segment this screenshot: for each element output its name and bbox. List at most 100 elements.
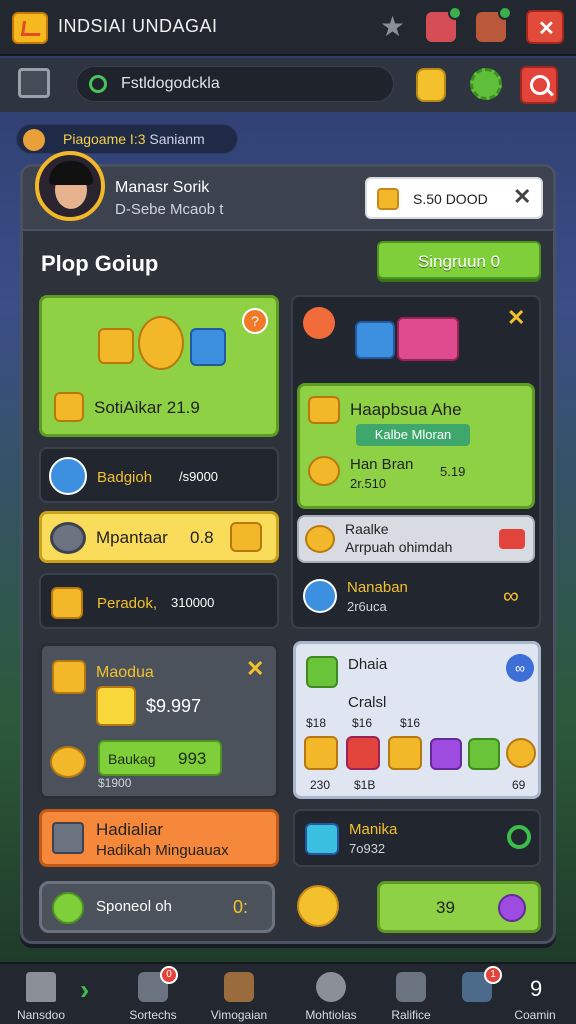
star-icon[interactable] <box>378 10 408 43</box>
list-item-subtitle: 2r6uca <box>347 599 387 614</box>
list-item-label: Mpantaar <box>96 528 168 547</box>
pill-text: Piagoame I:3 Sanianm <box>63 131 205 147</box>
crown-icon <box>303 307 335 339</box>
list-item-label: Badgioh <box>97 469 153 486</box>
price-label: $16 <box>352 716 373 730</box>
coin-stack-icon <box>138 316 184 370</box>
nav-item-mohtiolas[interactable]: Mohtiolas <box>290 968 372 1024</box>
nav-item-vimogaian[interactable]: Vimogaian <box>198 968 280 1024</box>
offer-price: $9.997 <box>146 696 202 716</box>
promo-card[interactable]: Hadialiar Hadikah Minguauax <box>39 809 279 867</box>
app-title: INDSIAI UNDAGAI <box>58 16 218 36</box>
close-icon[interactable]: ✕ <box>507 305 525 331</box>
box-icon <box>52 822 84 854</box>
price-label: $16 <box>400 716 421 730</box>
coin-icon <box>377 188 399 210</box>
avatar <box>49 457 87 495</box>
app-logo-icon[interactable] <box>12 12 48 44</box>
player-subtitle: D-Sebe Mcaob t <box>115 201 224 218</box>
list-item[interactable]: Manika 7o932 <box>293 809 541 867</box>
close-icon[interactable]: ✕ <box>513 184 531 210</box>
link-icon[interactable]: ∞ <box>506 654 534 682</box>
search-placeholder: Fstldogodckla <box>121 75 220 92</box>
close-button[interactable] <box>526 10 564 44</box>
nav-item-home[interactable]: Nansdoo <box>0 968 82 1024</box>
avatar-small <box>23 129 45 151</box>
nav-item-count[interactable]: 9 Coamin <box>494 968 576 1024</box>
search-input[interactable]: Fstldogodckla <box>76 66 394 102</box>
gold-block-icon <box>98 328 134 364</box>
buy-value: 993 <box>178 749 207 768</box>
bottom-nav: Nansdoo › 0 Sortechs Vimogaian Mohtiolas… <box>0 962 576 1024</box>
gold-icon <box>308 396 340 424</box>
buy-button[interactable]: Baukag 993 <box>98 740 222 776</box>
signup-label: Singruun 0 <box>417 252 501 271</box>
bottom-right-label: 39 <box>436 898 455 917</box>
top-bar: INDSIAI UNDAGAI <box>0 0 576 56</box>
balance-box[interactable]: S.50 DOOD ✕ <box>365 177 543 219</box>
main-panel: Manasr Sorik D-Sebe Mcaob t S.50 DOOD ✕ … <box>20 151 556 944</box>
list-item-title: Manika <box>349 821 398 838</box>
cube-icon <box>305 823 339 855</box>
bottom-right-button[interactable]: 39 <box>377 881 541 933</box>
nav-count: 9 <box>530 976 543 1001</box>
info-icon[interactable]: ? <box>242 308 268 334</box>
layers-icon[interactable] <box>18 68 50 98</box>
shop-title: Dhaia <box>348 656 388 673</box>
coin-icon <box>305 525 335 553</box>
edit-icon[interactable] <box>230 522 262 552</box>
star-icon <box>506 738 536 768</box>
avatar[interactable] <box>35 151 105 221</box>
coin-jar-icon[interactable] <box>416 68 446 102</box>
link-icon[interactable]: ∞ <box>503 583 519 609</box>
list-item[interactable]: Nanaban 2r6uca ∞ <box>297 569 535 621</box>
notification-dot <box>498 6 512 20</box>
nav-label: Nansdoo <box>16 1008 66 1022</box>
list-item-title: Raalke <box>345 521 389 537</box>
balance-value: S.50 DOOD <box>413 191 488 207</box>
promo-subtitle: Hadikah Minguauax <box>96 842 229 859</box>
close-icon[interactable]: ✕ <box>246 656 264 682</box>
emoji-icon[interactable] <box>297 885 339 927</box>
gift-line1: Han Bran <box>350 456 414 473</box>
pill-tag: Sanianm <box>149 131 205 147</box>
reward-card[interactable]: ? SotiAikar 21.9 <box>39 295 279 437</box>
nav-label: Coamin <box>514 1008 556 1022</box>
coin-icon <box>308 456 340 486</box>
gift-badge: Kalbe Mloran <box>356 424 470 446</box>
blue-box-icon <box>355 321 395 359</box>
shop-foot-mid: $1B <box>354 778 376 792</box>
list-item[interactable]: Badgioh /s9000 <box>39 447 279 503</box>
gift-card[interactable]: ✕ Haapbsua Ahe Kalbe Mloran Han Bran 2r.… <box>291 295 541 629</box>
profile-header: Manasr Sorik D-Sebe Mcaob t S.50 DOOD ✕ <box>23 151 553 231</box>
offer-card[interactable]: Maodua ✕ $9.997 Baukag 993 $1900 <box>39 643 279 799</box>
pot-icon <box>50 522 86 554</box>
gem-icon <box>498 894 526 922</box>
list-item-value: 7o932 <box>349 841 386 856</box>
gift-box-icon[interactable] <box>476 6 512 42</box>
list-item-value: /s9000 <box>179 469 219 484</box>
gold-icon <box>51 587 83 619</box>
signup-button[interactable]: Singruun 0 <box>377 241 541 279</box>
chevron-right-icon[interactable]: › <box>80 974 89 1006</box>
shop-card[interactable]: Dhaia ∞ Cralsl $18 $16 $16 230 $1B 69 <box>293 641 541 799</box>
list-item[interactable]: Raalke Arrpuah ohimdah <box>297 515 535 563</box>
shop-foot-left: 230 <box>310 778 331 792</box>
list-item-title: Nanaban <box>347 579 408 596</box>
bird-icon <box>396 972 426 1002</box>
search-button[interactable] <box>520 66 558 104</box>
gear-icon[interactable] <box>470 68 502 100</box>
chevron-down-icon[interactable] <box>499 529 525 549</box>
list-item[interactable]: Peradok, 310000 <box>39 573 279 629</box>
notification-dot <box>448 6 462 20</box>
shop-foot-right: 69 <box>512 778 526 792</box>
player-pill[interactable]: Piagoame I:3 Sanianm <box>16 124 238 154</box>
gold-icon <box>54 392 84 422</box>
nav-item-sortechs[interactable]: 0 Sortechs <box>112 966 194 1024</box>
list-item[interactable]: Mpantaar 0.8 <box>39 511 279 563</box>
gift-offer[interactable]: Haapbsua Ahe Kalbe Mloran Han Bran 2r.51… <box>297 383 535 509</box>
notification-badge: 0 <box>160 966 178 984</box>
search-icon[interactable] <box>507 825 531 849</box>
potion-icon <box>430 738 462 770</box>
gift-icon[interactable] <box>426 6 462 42</box>
